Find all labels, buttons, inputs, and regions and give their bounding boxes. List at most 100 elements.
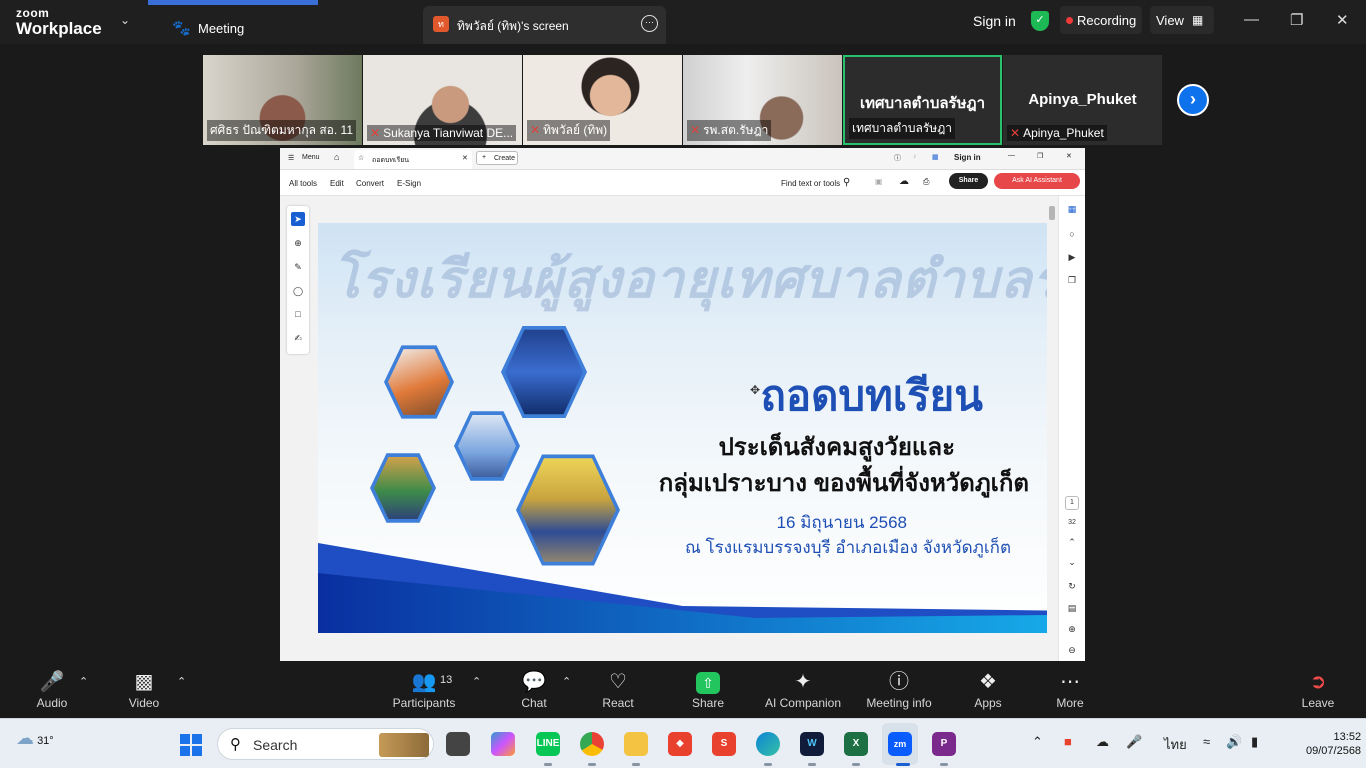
react-button[interactable]: ♡ React xyxy=(578,669,658,710)
more-options-icon[interactable]: ··· xyxy=(641,15,658,32)
edit-menu[interactable]: Edit xyxy=(330,179,344,188)
acrobat-minimize-icon[interactable]: — xyxy=(1008,152,1015,159)
participant-tile[interactable]: ศศิธร ปัณฑิตมหากุล สอ. 11 xyxy=(203,55,362,145)
line-app-icon[interactable]: LINE xyxy=(536,732,560,756)
participant-tile[interactable]: ✕ Sukanya Tianviwat DE... xyxy=(363,55,522,145)
file-explorer-icon[interactable] xyxy=(624,732,648,756)
star-icon[interactable]: ☆ xyxy=(358,154,364,162)
zoom-app-icon[interactable]: zm xyxy=(888,732,912,756)
view-button[interactable]: View ▦ xyxy=(1150,6,1214,34)
upload-cloud-icon[interactable]: ☁ xyxy=(899,176,909,187)
apps-grid-icon[interactable]: ▦ xyxy=(932,153,939,161)
task-view-icon[interactable] xyxy=(446,732,470,756)
taskbar-search[interactable]: ⚲ Search xyxy=(217,728,434,760)
acrobat-share-button[interactable]: Share xyxy=(949,173,988,189)
ai-panel-icon[interactable]: ▦ xyxy=(1065,204,1079,215)
restore-icon[interactable]: ❐ xyxy=(1290,11,1303,29)
tab-meeting[interactable]: 🐾 Meeting xyxy=(148,0,318,44)
create-button[interactable]: + Create xyxy=(476,151,518,165)
chrome-icon[interactable] xyxy=(580,732,604,756)
text-select-icon[interactable]: □ xyxy=(291,307,305,321)
lasso-icon[interactable]: ◯ xyxy=(291,284,305,298)
system-clock[interactable]: 13:52 09/07/2568 xyxy=(1306,730,1361,758)
print-icon[interactable]: ⎙ xyxy=(923,177,929,187)
find-text-field[interactable]: Find text or tools xyxy=(781,179,840,188)
microphone-tray-icon[interactable]: 🎤 xyxy=(1126,734,1142,750)
acrobat-close-icon[interactable]: ✕ xyxy=(1066,152,1072,160)
bell-icon[interactable]: ♪ xyxy=(913,153,917,160)
zoom-in-icon[interactable]: ⊕ xyxy=(1065,624,1079,635)
video-options-caret-icon[interactable]: ⌃ xyxy=(177,675,186,688)
vertical-scrollbar[interactable] xyxy=(1047,196,1057,661)
all-tools-menu[interactable]: All tools xyxy=(289,179,317,188)
pages-icon[interactable]: ❐ xyxy=(1065,275,1079,286)
apps-button[interactable]: ❖ Apps xyxy=(948,669,1028,710)
volume-icon[interactable]: 🔊 xyxy=(1226,734,1242,750)
acrobat-restore-icon[interactable]: ❐ xyxy=(1037,152,1043,160)
help-icon[interactable]: ⓘ xyxy=(894,153,901,163)
chevron-down-icon[interactable]: ⌄ xyxy=(120,13,130,27)
comment-icon[interactable]: ○ xyxy=(1065,229,1079,239)
anydesk-icon[interactable]: ◆ xyxy=(668,732,692,756)
encryption-shield-icon[interactable]: ✓ xyxy=(1031,11,1049,31)
chat-options-caret-icon[interactable]: ⌃ xyxy=(562,675,571,688)
signature-icon[interactable]: ✍ xyxy=(291,331,305,345)
page-number-input[interactable]: 1 xyxy=(1065,496,1079,510)
video-button[interactable]: ▩ Video xyxy=(104,669,184,710)
participant-tile[interactable]: Apinya_Phuket ✕ Apinya_Phuket xyxy=(1003,55,1162,145)
pen-icon[interactable]: ✎ xyxy=(291,260,305,274)
participants-options-caret-icon[interactable]: ⌃ xyxy=(472,675,481,688)
esign-menu[interactable]: E-Sign xyxy=(397,179,421,188)
tab-shared-screen[interactable]: ท ทิพวัลย์ (ทิพ)'s screen ··· xyxy=(423,6,666,44)
close-tab-icon[interactable]: ✕ xyxy=(462,154,468,162)
zoom-tool-icon[interactable]: ⊕ xyxy=(291,236,305,250)
sign-in-link[interactable]: Sign in xyxy=(973,13,1016,29)
ai-companion-button[interactable]: ✦ AI Companion xyxy=(763,669,843,710)
zoom-out-icon[interactable]: ⊖ xyxy=(1065,645,1079,656)
battery-icon[interactable]: ▮ xyxy=(1251,734,1258,750)
slides-app-icon[interactable]: S xyxy=(712,732,736,756)
webex-icon[interactable]: W xyxy=(800,732,824,756)
zoom-workplace-logo[interactable]: zoom Workplace xyxy=(16,7,102,37)
scroll-thumb[interactable] xyxy=(1049,206,1055,220)
hamburger-icon[interactable]: ☰ xyxy=(288,154,294,162)
input-language[interactable]: ไทย xyxy=(1164,734,1187,755)
share-screen-button[interactable]: ⇧ Share xyxy=(668,669,748,710)
acrobat-menu[interactable]: Menu xyxy=(302,154,320,161)
recording-indicator[interactable]: Recording xyxy=(1060,6,1142,34)
search-icon[interactable]: ⚲ xyxy=(843,177,850,188)
page-up-icon[interactable]: ⌃ xyxy=(1065,537,1079,548)
convert-menu[interactable]: Convert xyxy=(356,179,384,188)
participant-tile[interactable]: ✕ รพ.สต.รัษฎา xyxy=(683,55,842,145)
acrobat-sign-in[interactable]: Sign in xyxy=(954,153,981,162)
close-icon[interactable]: ✕ xyxy=(1336,11,1349,29)
participant-name: เทศบาลตำบลรัษฎา xyxy=(849,118,955,139)
acrobat-document-tab[interactable]: ☆ ถอดบทเรียน ✕ xyxy=(354,150,472,169)
refresh-icon[interactable]: ↻ xyxy=(1065,581,1079,592)
weather-widget[interactable]: ☁ 31° xyxy=(16,728,54,749)
participant-tile[interactable]: ✕ ทิพวัลย์ (ทิพ) xyxy=(523,55,682,145)
page-down-icon[interactable]: ⌄ xyxy=(1065,557,1079,568)
excel-icon[interactable]: X xyxy=(844,732,868,756)
more-button[interactable]: ⋯ More xyxy=(1030,669,1110,710)
pdf-app-icon[interactable]: P xyxy=(932,732,956,756)
home-icon[interactable]: ⌂ xyxy=(334,152,339,162)
show-hidden-icons-icon[interactable]: ⌃ xyxy=(1032,734,1043,750)
participant-tile-active-speaker[interactable]: เทศบาลตำบลรัษฎา เทศบาลตำบลรัษฎา xyxy=(843,55,1002,145)
wifi-icon[interactable]: ≈ xyxy=(1203,734,1210,749)
meeting-info-button[interactable]: ⓘ Meeting info xyxy=(859,669,939,710)
select-cursor-icon[interactable]: ➤ xyxy=(291,212,305,226)
next-page-arrow-icon[interactable]: › xyxy=(1177,84,1209,116)
audio-options-caret-icon[interactable]: ⌃ xyxy=(79,675,88,688)
edge-icon[interactable] xyxy=(756,732,780,756)
anydesk-tray-icon[interactable]: ■ xyxy=(1064,734,1072,749)
bookmark-icon[interactable]: ▶ xyxy=(1065,252,1079,263)
vpn-icon[interactable]: ☁ xyxy=(1096,734,1109,750)
document-icon[interactable]: ▤ xyxy=(1065,603,1079,614)
ask-ai-assistant-button[interactable]: Ask AI Assistant xyxy=(994,173,1080,189)
windows-start-icon[interactable] xyxy=(180,734,202,756)
leave-button[interactable]: ➲ Leave xyxy=(1278,669,1358,710)
save-icon[interactable]: ▣ xyxy=(875,177,883,186)
copilot-icon[interactable] xyxy=(491,732,515,756)
minimize-icon[interactable]: — xyxy=(1244,11,1259,28)
